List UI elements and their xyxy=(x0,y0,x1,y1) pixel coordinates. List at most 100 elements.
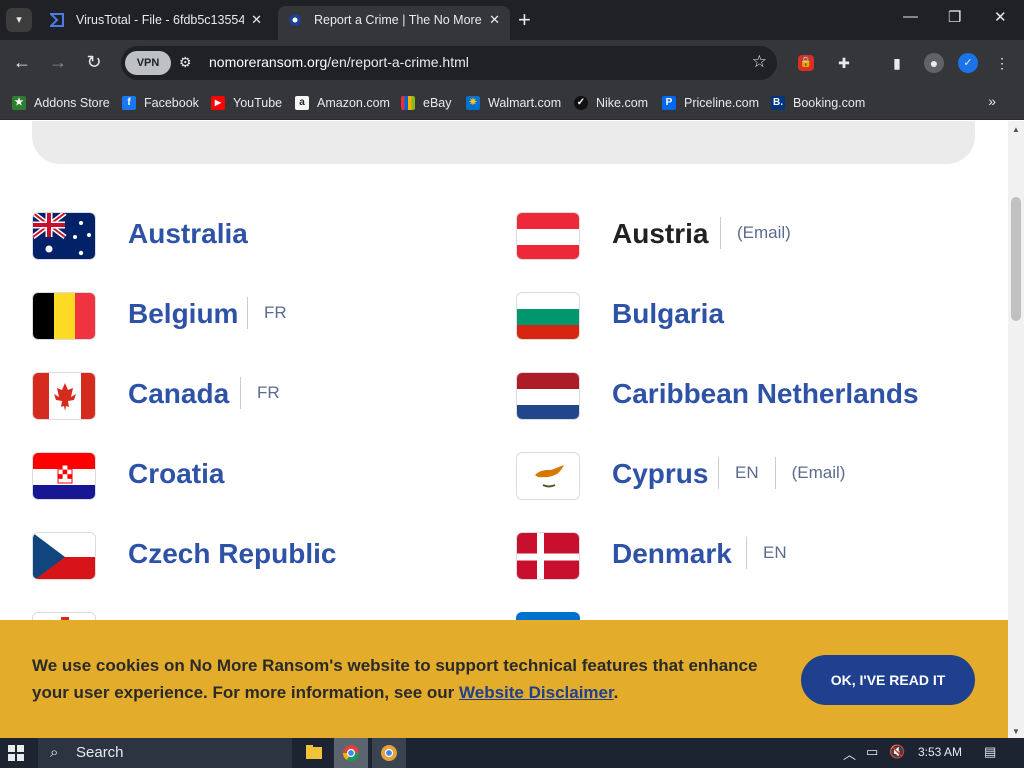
country-name[interactable]: Canada xyxy=(128,378,229,410)
cookie-message: We use cookies on No More Ransom's websi… xyxy=(32,652,772,706)
profile-avatar-icon[interactable]: ● xyxy=(924,53,944,73)
country-denmark[interactable]: Denmark EN xyxy=(516,532,976,580)
tab-title: Report a Crime | The No More R xyxy=(314,13,482,27)
nike-icon: ✓ xyxy=(574,96,588,110)
cookie-text-end: . xyxy=(613,683,619,702)
email-link[interactable]: (Email) xyxy=(737,223,791,243)
back-arrow-icon[interactable]: ← xyxy=(11,51,33,73)
system-clock[interactable]: 3:53 AM xyxy=(918,745,962,759)
country-meta: EN xyxy=(730,532,787,574)
bookmark-nike[interactable]: ✓ Nike.com xyxy=(574,93,648,113)
file-explorer-app[interactable] xyxy=(297,738,331,768)
forward-arrow-icon[interactable]: → xyxy=(47,51,69,73)
tab-search-button[interactable]: ▾ xyxy=(6,8,32,32)
scrollbar-thumb[interactable] xyxy=(1011,197,1021,321)
extension-lock-icon[interactable]: 🔒 xyxy=(798,55,814,71)
booking-icon: B. xyxy=(771,96,785,110)
country-name[interactable]: Belgium xyxy=(128,298,238,330)
notifications-icon[interactable]: ▤ xyxy=(984,744,996,760)
divider xyxy=(774,457,776,489)
side-panel-icon[interactable]: ▮ xyxy=(887,53,907,73)
bookmark-youtube[interactable]: ▶ YouTube xyxy=(211,93,282,113)
netherlands-flag-icon xyxy=(516,372,580,420)
czech-flag-icon xyxy=(32,532,96,580)
chrome-app-2[interactable] xyxy=(372,738,406,768)
country-croatia[interactable]: Croatia xyxy=(32,452,482,500)
volume-muted-icon[interactable]: 🔇 xyxy=(889,744,905,760)
taskbar-search-label: Search xyxy=(76,744,124,761)
url-text[interactable]: nomoreransom.org/en/report-a-crime.html xyxy=(209,54,469,70)
country-meta: FR xyxy=(224,372,280,414)
language-link[interactable]: FR xyxy=(264,303,287,323)
address-bar[interactable]: VPN ⚙ nomoreransom.org/en/report-a-crime… xyxy=(121,46,777,80)
bookmark-ebay[interactable]: eBay xyxy=(401,93,452,113)
cookie-accept-button[interactable]: OK, I'VE READ IT xyxy=(801,655,975,705)
tray-chevron-icon[interactable]: ︿ xyxy=(843,744,856,763)
bookmark-star-icon[interactable]: ☆ xyxy=(752,52,767,72)
windows-start-icon[interactable] xyxy=(8,745,24,761)
website-disclaimer-link[interactable]: Website Disclaimer xyxy=(459,683,614,702)
bookmark-label: Facebook xyxy=(144,96,199,110)
scroll-up-arrow-icon[interactable]: ▲ xyxy=(1012,125,1020,134)
country-cyprus[interactable]: Cyprus EN (Email) xyxy=(516,452,976,500)
ebay-icon xyxy=(401,96,415,110)
bookmark-label: eBay xyxy=(423,96,452,110)
country-czech-republic[interactable]: Czech Republic xyxy=(32,532,482,580)
bookmark-booking[interactable]: B. Booking.com xyxy=(771,93,865,113)
addons-icon: ★ xyxy=(12,96,26,110)
network-icon[interactable]: ▭ xyxy=(866,744,878,760)
country-name[interactable]: Caribbean Netherlands xyxy=(612,378,919,410)
vpn-badge[interactable]: VPN xyxy=(125,51,171,75)
country-name[interactable]: Czech Republic xyxy=(128,538,336,570)
country-name[interactable]: Cyprus xyxy=(612,458,708,490)
restore-icon[interactable]: ❐ xyxy=(948,8,961,26)
page-scrollbar[interactable]: ▲ ▼ xyxy=(1008,121,1024,738)
language-link[interactable]: EN xyxy=(763,543,787,563)
reload-icon[interactable]: ↻ xyxy=(83,51,105,73)
australia-flag-icon xyxy=(32,212,96,260)
country-australia[interactable]: Australia xyxy=(32,212,482,260)
email-link[interactable]: (Email) xyxy=(792,463,846,483)
country-austria: Austria (Email) xyxy=(516,212,976,260)
country-meta: (Email) xyxy=(704,212,791,254)
close-icon[interactable]: ✕ xyxy=(251,6,262,34)
country-name[interactable]: Denmark xyxy=(612,538,732,570)
language-link[interactable]: EN xyxy=(735,463,759,483)
bookmark-amazon[interactable]: a Amazon.com xyxy=(295,93,390,113)
bookmarks-bar: ★ Addons Store f Facebook ▶ YouTube a Amazon… xyxy=(0,86,1024,120)
window-close-icon[interactable]: ✕ xyxy=(994,8,1007,26)
close-icon[interactable]: ✕ xyxy=(489,6,500,34)
bookmark-addons-store[interactable]: ★ Addons Store xyxy=(12,93,110,113)
country-name[interactable]: Australia xyxy=(128,218,248,250)
scroll-down-arrow-icon[interactable]: ▼ xyxy=(1012,727,1020,736)
country-bulgaria[interactable]: Bulgaria xyxy=(516,292,976,340)
nomoreransom-favicon-icon xyxy=(289,14,301,26)
country-caribbean-netherlands[interactable]: Caribbean Netherlands xyxy=(516,372,976,420)
bookmarks-overflow-icon[interactable]: » xyxy=(988,93,996,109)
bookmark-label: YouTube xyxy=(233,96,283,110)
chrome-app[interactable] xyxy=(334,738,368,768)
country-name[interactable]: Croatia xyxy=(128,458,224,490)
tab-virustotal[interactable]: VirusTotal - File - 6fdb5c135540 ✕ xyxy=(40,6,272,40)
bookmark-label: Priceline.com xyxy=(684,96,760,110)
walmart-icon: ✷ xyxy=(466,96,480,110)
country-name[interactable]: Bulgaria xyxy=(612,298,724,330)
new-tab-button[interactable]: + xyxy=(518,6,531,34)
site-info-icon[interactable]: ⚙ xyxy=(179,54,192,71)
bookmark-walmart[interactable]: ✷ Walmart.com xyxy=(466,93,561,113)
url-host: nomoreransom.org xyxy=(209,54,328,70)
divider xyxy=(240,377,241,409)
extensions-puzzle-icon[interactable]: ✚ xyxy=(834,53,854,73)
chrome-icon xyxy=(342,745,360,762)
country-canada[interactable]: Canada FR xyxy=(32,372,482,420)
browser-menu-icon[interactable]: ⋮ xyxy=(992,53,1012,73)
taskbar-search[interactable]: ⌕ Search xyxy=(38,738,292,768)
extension-check-icon[interactable]: ✓ xyxy=(958,53,978,73)
language-link[interactable]: FR xyxy=(257,383,280,403)
country-belgium[interactable]: Belgium FR xyxy=(32,292,482,340)
bookmark-facebook[interactable]: f Facebook xyxy=(122,93,199,113)
chrome-icon xyxy=(381,745,397,761)
minimize-icon[interactable]: — xyxy=(903,8,918,25)
bookmark-priceline[interactable]: P Priceline.com xyxy=(662,93,759,113)
tab-report-a-crime[interactable]: Report a Crime | The No More R ✕ xyxy=(278,6,510,40)
